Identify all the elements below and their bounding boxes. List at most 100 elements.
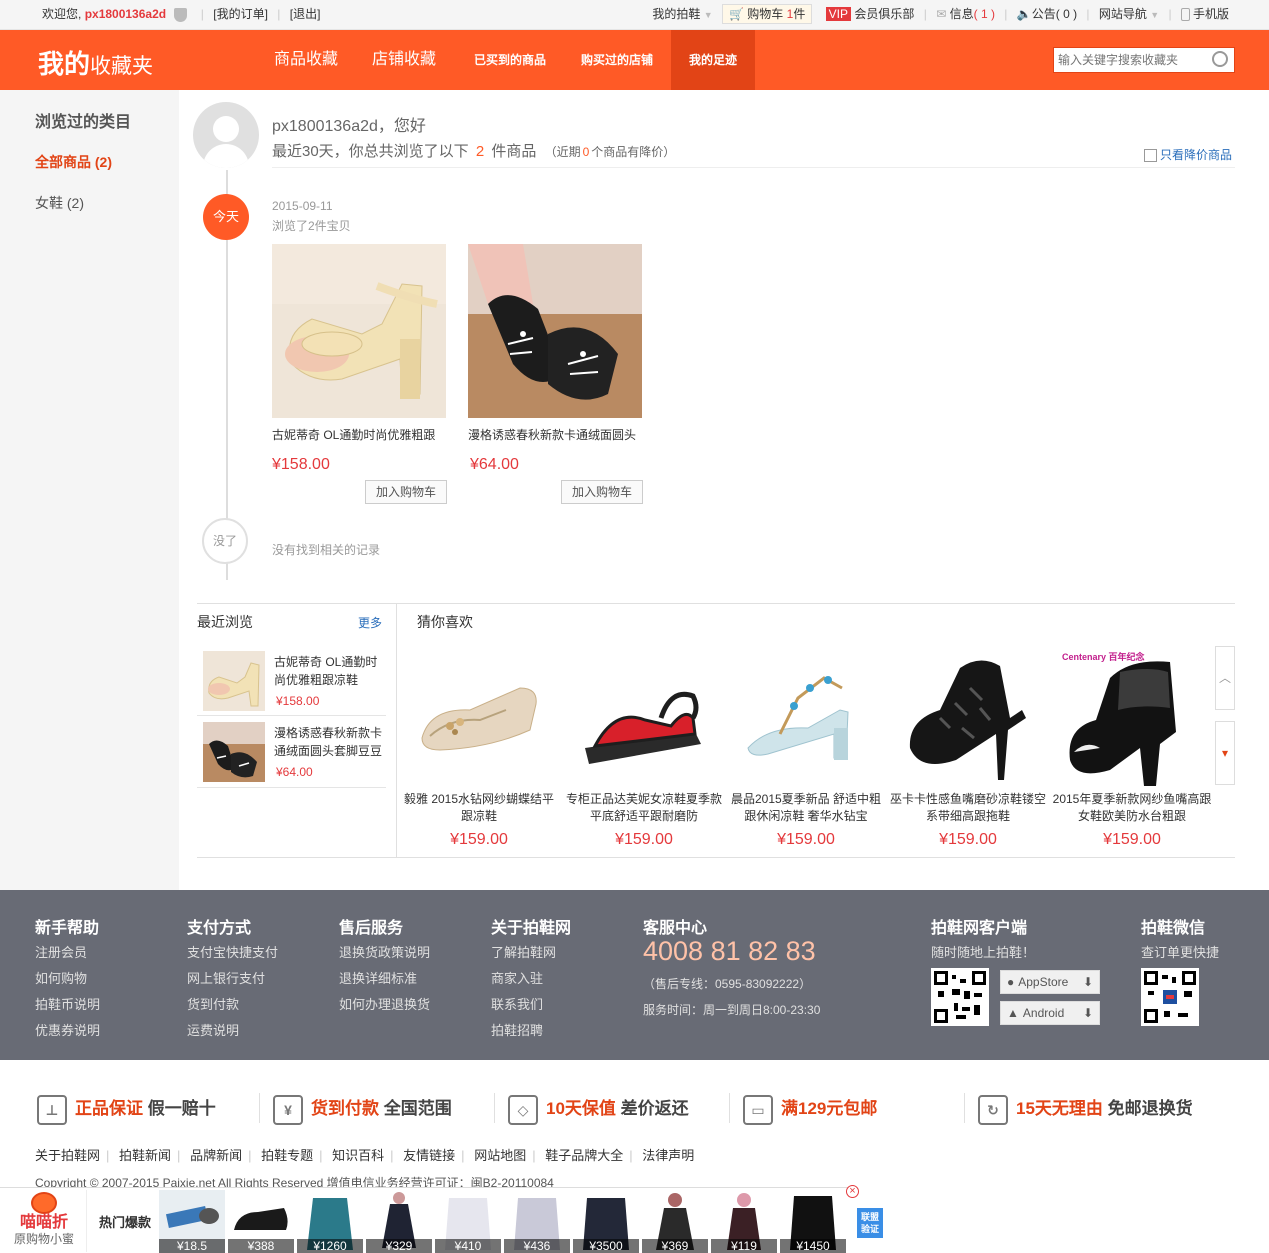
add-to-cart-button[interactable]: 加入购物车	[365, 480, 447, 504]
diamond-icon: ◇	[508, 1094, 538, 1125]
divider	[197, 715, 386, 716]
sidebar-item-womens-shoes[interactable]: 女鞋 (2)	[35, 193, 84, 213]
footer-link[interactable]: 注册会员	[35, 942, 87, 961]
recent-item-name[interactable]: 古妮蒂奇 OL通勤时尚优雅粗跟凉鞋	[274, 653, 386, 689]
footer-link[interactable]: 运费说明	[187, 1020, 239, 1039]
promo-item[interactable]: ¥119	[711, 1190, 777, 1253]
cart-button[interactable]: 🛒 购物车 1件	[721, 4, 813, 24]
guess-item-image[interactable]: Centenary 百年纪念	[1060, 648, 1198, 786]
sandal-image	[272, 244, 446, 418]
guess-item-price: ¥159.00	[615, 831, 673, 848]
guess-item-name[interactable]: 晨品2015夏季新品 舒适中粗跟休闲凉鞋 奢华水钻宝	[726, 791, 886, 825]
guess-item-name[interactable]: 巫卡卡性感鱼嘴磨砂凉鞋镂空系带细高跟拖鞋	[888, 791, 1048, 825]
footer-link[interactable]: 退换详细标准	[339, 968, 417, 987]
tab-shop-favorites[interactable]: 店铺收藏	[360, 30, 448, 90]
promo-item[interactable]: ¥329	[366, 1190, 432, 1253]
footer-link[interactable]: 退换货政策说明	[339, 942, 430, 961]
product-name[interactable]: 漫格诱惑春秋新款卡通绒面圆头	[468, 426, 648, 443]
product-image[interactable]	[468, 244, 642, 418]
promo-item[interactable]: ¥1260	[297, 1190, 363, 1253]
product-name[interactable]: 古妮蒂奇 OL通勤时尚优雅粗跟	[272, 426, 452, 443]
appstore-download-button[interactable]: ● AppStore ⬇	[1000, 970, 1100, 994]
promo-item[interactable]: ¥388	[228, 1190, 294, 1253]
footer-link[interactable]: 拍鞋币说明	[35, 994, 100, 1013]
timeline-today-marker: 今天	[203, 194, 249, 240]
timeline-date: 2015-09-11	[272, 199, 333, 213]
recent-item-name[interactable]: 漫格诱惑春秋新款卡通绒面圆头套脚豆豆	[274, 724, 386, 760]
footer-link[interactable]: 网上银行支付	[187, 968, 265, 987]
bottom-link[interactable]: 法律声明	[642, 1148, 694, 1163]
logout-link[interactable]: [退出]	[290, 7, 321, 21]
guess-item-image[interactable]	[575, 648, 713, 786]
footer-link[interactable]: 货到付款	[187, 994, 239, 1013]
search-icon[interactable]	[1212, 51, 1228, 67]
promo-item[interactable]: ¥3500	[573, 1190, 639, 1253]
promo-item[interactable]: ¥18.5	[159, 1190, 225, 1253]
chevron-down-icon: ▼	[703, 10, 713, 20]
add-to-cart-button[interactable]: 加入购物车	[561, 480, 643, 504]
logo[interactable]: 我的收藏夹	[38, 44, 153, 81]
sidebar-item-all[interactable]: 全部商品 (2)	[35, 152, 112, 172]
recent-more-link[interactable]: 更多	[358, 614, 382, 631]
bottom-link[interactable]: 鞋子品牌大全	[545, 1148, 623, 1163]
footer-link[interactable]: 如何办理退换货	[339, 994, 430, 1013]
guess-item-image[interactable]	[738, 648, 876, 786]
footer-link[interactable]: 联系我们	[491, 994, 543, 1013]
scroll-up-button[interactable]: ︿	[1215, 646, 1235, 710]
footer-link[interactable]: 如何购物	[35, 968, 87, 987]
product-price: ¥64.00	[470, 456, 519, 473]
messages-link[interactable]: ✉ 信息( 1 )	[936, 7, 995, 21]
my-orders-link[interactable]: [我的订单]	[213, 7, 268, 21]
bottom-link[interactable]: 拍鞋新闻	[119, 1148, 171, 1163]
envelope-icon: ✉	[936, 7, 947, 21]
promo-item[interactable]: ¥1450	[780, 1190, 846, 1253]
footer-link[interactable]: 支付宝快捷支付	[187, 942, 278, 961]
product-image[interactable]	[272, 244, 446, 418]
price-drop-filter[interactable]: 只看降价商品	[1144, 146, 1232, 163]
divider	[272, 167, 1235, 168]
site-nav-menu[interactable]: 网站导航 ▼	[1099, 7, 1159, 21]
guess-item-name[interactable]: 毅雅 2015水钻网纱蝴蝶结平跟凉鞋	[399, 791, 559, 825]
scroll-down-button[interactable]: ▾	[1215, 721, 1235, 785]
cat-logo-icon	[31, 1192, 57, 1214]
checkbox[interactable]	[1144, 149, 1157, 163]
guess-item-name[interactable]: 2015年夏季新款网纱鱼嘴高跟女鞋欧美防水台粗跟	[1052, 791, 1212, 825]
tab-product-favorites[interactable]: 商品收藏	[262, 30, 350, 90]
promo-item[interactable]: ¥369	[642, 1190, 708, 1253]
guess-item-name[interactable]: 专柜正品达芙妮女凉鞋夏季款平底舒适平跟耐磨防	[564, 791, 724, 825]
greeting: px1800136a2d，您好	[272, 118, 426, 135]
stamp-icon: ⊥	[37, 1094, 67, 1125]
username-link[interactable]: px1800136a2d	[85, 7, 166, 21]
tab-bought-products[interactable]: 已买到的商品	[462, 30, 558, 90]
summary-line: 最近30天，你总共浏览了以下 2 件商品 （近期 0 个商品有降价）	[272, 143, 676, 160]
guess-item-image[interactable]	[410, 648, 548, 786]
my-paixie-menu[interactable]: 我的拍鞋 ▼	[652, 7, 712, 21]
tab-bought-shops[interactable]: 购买过的店铺	[570, 30, 664, 90]
bottom-link[interactable]: 知识百科	[332, 1148, 384, 1163]
vip-club-link[interactable]: VIP 会员俱乐部	[825, 7, 918, 21]
chevron-up-icon: ︿	[1218, 671, 1231, 685]
close-icon[interactable]: ×	[846, 1185, 859, 1198]
android-download-button[interactable]: ▲ Android ⬇	[1000, 1001, 1100, 1025]
tab-my-footprints[interactable]: 我的足迹	[671, 30, 755, 90]
bottom-link[interactable]: 友情链接	[403, 1148, 455, 1163]
promo-item[interactable]: ¥410	[435, 1190, 501, 1253]
bottom-link[interactable]: 拍鞋专题	[261, 1148, 313, 1163]
notice-link[interactable]: 🔈公告( 0 )	[1017, 7, 1077, 21]
guess-item-image[interactable]	[900, 648, 1038, 786]
promo-brand[interactable]: 喵喵折 原购物小蜜	[12, 1192, 76, 1246]
client-title: 拍鞋网客户端	[931, 920, 1028, 937]
footer-link[interactable]: 拍鞋招聘	[491, 1020, 543, 1039]
bottom-link[interactable]: 网站地图	[474, 1148, 526, 1163]
promo-item[interactable]: ¥436	[504, 1190, 570, 1253]
recent-item-image[interactable]	[203, 722, 265, 782]
mobile-link[interactable]: 手机版	[1180, 7, 1229, 22]
footer-link[interactable]: 了解拍鞋网	[491, 942, 556, 961]
bottom-link[interactable]: 品牌新闻	[190, 1148, 242, 1163]
recent-item-image[interactable]	[203, 651, 265, 711]
footer-link[interactable]: 商家入驻	[491, 968, 543, 987]
bottom-link[interactable]: 关于拍鞋网	[35, 1148, 100, 1163]
search-input[interactable]	[1054, 48, 1204, 72]
alliance-verify-badge[interactable]: 联盟 验证	[857, 1208, 883, 1238]
footer-link[interactable]: 优惠券说明	[35, 1020, 100, 1039]
